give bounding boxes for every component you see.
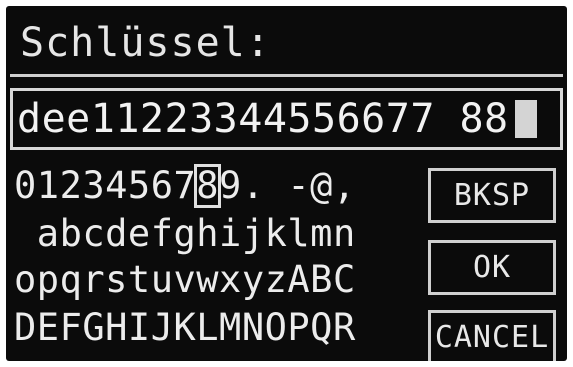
keyboard-key[interactable]: 6 xyxy=(151,166,174,206)
cancel-button[interactable]: CANCEL xyxy=(428,310,556,361)
key-entry-field[interactable]: dee11223344556677 88 xyxy=(10,88,563,150)
keyboard-key[interactable]: x xyxy=(219,260,242,300)
keyboard-key[interactable]: g xyxy=(173,214,196,254)
keyboard-key[interactable]: 5 xyxy=(128,166,151,206)
keyboard-key[interactable]: t xyxy=(128,260,151,300)
keyboard-key[interactable]: o xyxy=(14,260,37,300)
keyboard-key[interactable]: d xyxy=(105,214,128,254)
backspace-button[interactable]: BKSP xyxy=(428,168,556,223)
keyboard-key[interactable]: - xyxy=(287,166,310,206)
keyboard-key[interactable]: m xyxy=(310,214,333,254)
entry-value: dee11223344556677 88 xyxy=(17,96,509,142)
keyboard-key[interactable]: j xyxy=(242,214,265,254)
ok-button[interactable]: OK xyxy=(428,240,556,295)
keyboard-key[interactable]: q xyxy=(60,260,83,300)
keyboard-key[interactable]: P xyxy=(287,308,310,348)
keyboard-key[interactable]: 9 xyxy=(219,166,242,206)
prompt-text: Schlüssel: xyxy=(20,20,271,66)
text-cursor xyxy=(514,100,537,138)
keyboard-key[interactable]: F xyxy=(60,308,83,348)
keyboard-key[interactable]: k xyxy=(265,214,288,254)
keyboard-key[interactable]: b xyxy=(60,214,83,254)
key-prompt-label: Schlüssel: xyxy=(20,18,271,68)
keyboard-key[interactable]: 3 xyxy=(82,166,105,206)
keyboard-key[interactable]: L xyxy=(196,308,219,348)
keyboard-key[interactable]: J xyxy=(151,308,174,348)
keyboard-key[interactable]: s xyxy=(105,260,128,300)
keyboard-key[interactable]: R xyxy=(333,308,356,348)
keyboard-key-space[interactable] xyxy=(14,214,37,254)
device-screen: Schlüssel: dee11223344556677 88 01234567… xyxy=(6,6,567,361)
keyboard-key[interactable]: G xyxy=(82,308,105,348)
keyboard-row-4: DEFGHIJKLMNOPQR xyxy=(14,308,356,350)
keyboard-key[interactable]: I xyxy=(128,308,151,348)
keyboard-key[interactable]: z xyxy=(265,260,288,300)
keyboard-key[interactable]: H xyxy=(105,308,128,348)
keyboard-key-selected[interactable]: 8 xyxy=(194,164,222,208)
keyboard-key[interactable]: e xyxy=(128,214,151,254)
keyboard-row-3: opqrstuvwxyzABC xyxy=(14,260,356,302)
keyboard-key-space[interactable] xyxy=(265,166,288,206)
keyboard-key[interactable]: . xyxy=(242,166,265,206)
keyboard-key[interactable]: w xyxy=(196,260,219,300)
keyboard-key[interactable]: p xyxy=(37,260,60,300)
keyboard-row-1: 0123456789. -@, xyxy=(14,164,356,208)
keyboard-key[interactable]: N xyxy=(242,308,265,348)
keyboard-key[interactable]: E xyxy=(37,308,60,348)
keyboard-key[interactable]: y xyxy=(242,260,265,300)
keyboard-key[interactable]: c xyxy=(82,214,105,254)
keyboard-key[interactable]: C xyxy=(333,260,356,300)
title-divider xyxy=(10,74,563,77)
keyboard-key[interactable]: v xyxy=(173,260,196,300)
keyboard-key[interactable]: n xyxy=(333,214,356,254)
keyboard-key[interactable]: , xyxy=(333,166,356,206)
keyboard-key[interactable]: 7 xyxy=(173,166,196,206)
keyboard-key[interactable]: K xyxy=(173,308,196,348)
keyboard-key[interactable]: M xyxy=(219,308,242,348)
keyboard-key[interactable]: i xyxy=(219,214,242,254)
keyboard-key[interactable]: a xyxy=(37,214,60,254)
keyboard-key[interactable]: 1 xyxy=(37,166,60,206)
keyboard-key[interactable]: h xyxy=(196,214,219,254)
entry-value-wrap: dee11223344556677 88 xyxy=(17,95,537,143)
keyboard-key[interactable]: 0 xyxy=(14,166,37,206)
keyboard-key[interactable]: O xyxy=(265,308,288,348)
keyboard-key[interactable]: 2 xyxy=(60,166,83,206)
keyboard-key[interactable]: A xyxy=(287,260,310,300)
keyboard-key[interactable]: @ xyxy=(310,166,333,206)
keyboard-key[interactable]: f xyxy=(151,214,174,254)
keyboard-key[interactable]: l xyxy=(287,214,310,254)
keyboard-key[interactable]: B xyxy=(310,260,333,300)
keyboard-key[interactable]: D xyxy=(14,308,37,348)
keyboard-key[interactable]: Q xyxy=(310,308,333,348)
keyboard-key[interactable]: r xyxy=(82,260,105,300)
keyboard-key[interactable]: 4 xyxy=(105,166,128,206)
keyboard-key[interactable]: u xyxy=(151,260,174,300)
keyboard-row-2: abcdefghijklmn xyxy=(14,214,356,256)
